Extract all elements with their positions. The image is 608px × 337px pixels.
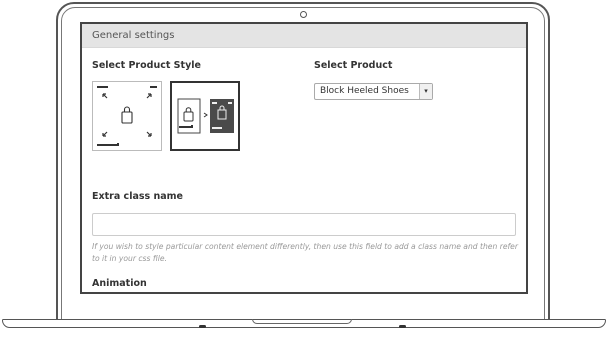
product-style-option-preview[interactable] bbox=[170, 81, 240, 151]
product-select[interactable]: Block Heeled Shoes ▾ bbox=[314, 83, 433, 100]
laptop-screen: General settings Select Product Style Se… bbox=[80, 22, 528, 294]
select-product-label: Select Product bbox=[314, 60, 393, 71]
product-style-label: Select Product Style bbox=[92, 60, 201, 71]
expand-arrows-icon bbox=[97, 86, 157, 146]
extra-class-label: Extra class name bbox=[92, 191, 183, 202]
camera-icon bbox=[300, 11, 307, 18]
chevron-down-icon[interactable]: ▾ bbox=[419, 84, 432, 99]
product-select-value: Block Heeled Shoes bbox=[320, 86, 409, 96]
extra-class-help: If you wish to style particular content … bbox=[92, 242, 518, 263]
laptop-foot-left bbox=[199, 325, 206, 328]
extra-class-input[interactable] bbox=[92, 213, 516, 236]
product-style-option-centered[interactable] bbox=[92, 81, 162, 151]
image-preview-icon bbox=[177, 98, 234, 134]
laptop-base-notch bbox=[252, 319, 352, 324]
laptop-foot-right bbox=[399, 325, 406, 328]
animation-label: Animation bbox=[92, 278, 147, 289]
shopping-bag-icon bbox=[121, 106, 133, 124]
panel-header: General settings bbox=[82, 24, 526, 48]
